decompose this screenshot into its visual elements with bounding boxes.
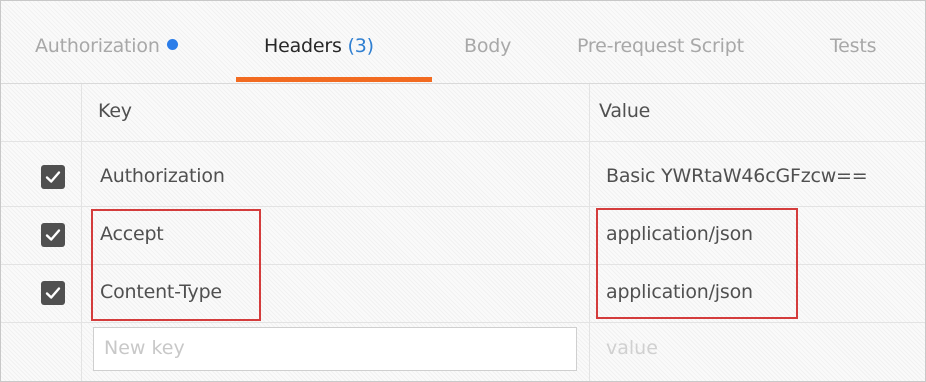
table-row: Content-Type application/json [1,265,925,323]
tab-pre-request-script[interactable]: Pre-request Script [577,35,744,57]
tab-body-label: Body [464,35,512,57]
tab-authorization[interactable]: Authorization [35,35,178,57]
checkmark-icon [45,229,61,241]
headers-panel: Authorization Headers (3) Body Pre-reque… [0,0,926,382]
new-value-placeholder[interactable]: value [606,337,658,359]
active-tab-underline [236,77,432,82]
tab-headers-label: Headers [264,35,342,57]
headers-count: (3) [347,35,375,57]
header-key[interactable]: Content-Type [100,281,222,303]
row-enable-checkbox[interactable] [41,281,65,305]
tab-body[interactable]: Body [464,35,511,57]
checkmark-icon [45,171,61,183]
row-enable-checkbox[interactable] [41,223,65,247]
request-tabs: Authorization Headers (3) Body Pre-reque… [1,1,925,84]
checkmark-icon [45,287,61,299]
header-value[interactable]: application/json [606,223,753,245]
column-header-key: Key [98,100,132,122]
row-enable-checkbox[interactable] [41,165,65,189]
table-row: Accept application/json [1,207,925,265]
tab-authorization-label: Authorization [35,35,160,57]
new-key-input[interactable] [94,328,574,368]
modified-dot-icon [166,39,178,50]
tab-tests[interactable]: Tests [830,35,877,57]
tab-pre-request-script-label: Pre-request Script [577,35,744,57]
column-header-value: Value [599,100,651,122]
header-value[interactable]: Basic YWRtaW46cGFzcw== [606,165,868,187]
tab-tests-label: Tests [830,35,877,57]
header-key[interactable]: Accept [100,223,164,245]
table-row: Authorization Basic YWRtaW46cGFzcw== [1,149,925,207]
header-key[interactable]: Authorization [100,165,225,187]
header-value[interactable]: application/json [606,281,753,303]
new-key-field[interactable] [93,327,577,371]
table-header-row: Key Value [1,84,925,142]
tab-headers[interactable]: Headers (3) [264,35,374,57]
